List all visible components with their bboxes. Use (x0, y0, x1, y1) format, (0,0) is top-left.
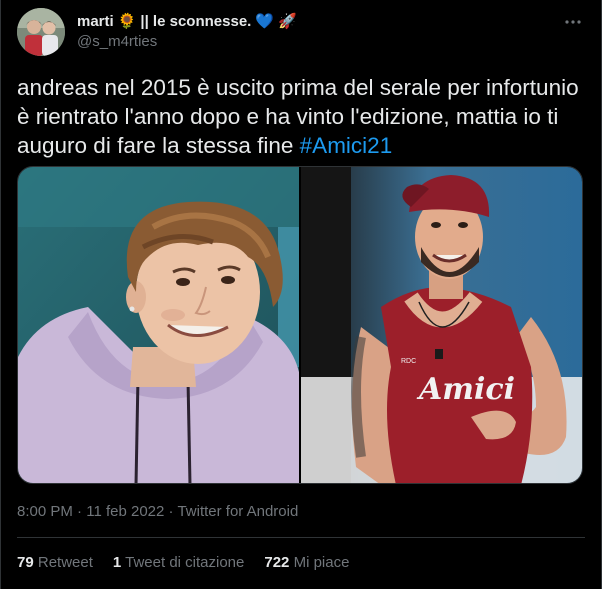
retweets-stat[interactable]: 79 Retweet (17, 553, 93, 573)
retweets-count: 79 (17, 554, 34, 571)
display-name-text: marti (77, 13, 114, 30)
tweet-timestamp: 8:00 PM · 11 feb 2022 · Twitter for Andr… (17, 502, 298, 522)
hashtag-link[interactable]: #Amici21 (300, 133, 393, 158)
likes-count: 722 (264, 554, 290, 571)
more-options-button[interactable] (561, 10, 585, 34)
photo-young-man-hoodie (18, 167, 299, 483)
quotes-stat[interactable]: 1 Tweet di citazione (113, 553, 244, 573)
tweet-source-link[interactable]: Twitter for Android (177, 503, 298, 520)
shirt-logo-text: Amici (416, 372, 515, 407)
user-handle[interactable]: @s_m4rties (77, 32, 297, 52)
user-names: marti 🌻 || le sconnesse. 💙 🚀 @s_m4rties (77, 12, 297, 52)
shirt-small-text: RDC (401, 358, 416, 365)
media-photo-left[interactable] (18, 167, 299, 483)
likes-label: Mi piace (293, 554, 350, 571)
tweet-body: andreas nel 2015 è uscito prima del sera… (17, 75, 579, 158)
divider (17, 537, 585, 538)
retweets-label: Retweet (37, 554, 93, 571)
blue-heart-emoji-icon: 💙 (255, 13, 275, 30)
quotes-count: 1 (112, 554, 122, 571)
tweet-date-link[interactable]: 11 feb 2022 (86, 503, 164, 520)
sunflower-emoji-icon: 🌻 (117, 13, 137, 30)
display-name[interactable]: marti 🌻 || le sconnesse. 💙 🚀 (77, 12, 297, 32)
tweet-time-link[interactable]: 8:00 PM (17, 503, 73, 520)
tweet-media: Amici RDC (17, 166, 583, 484)
media-photo-right[interactable]: Amici RDC (301, 167, 582, 483)
tweet-header: marti 🌻 || le sconnesse. 💙 🚀 @s_m4rties (17, 8, 585, 56)
rocket-emoji-icon: 🚀 (278, 13, 297, 30)
avatar[interactable] (17, 8, 65, 56)
likes-stat[interactable]: 722 Mi piace (264, 553, 349, 573)
tweet-container: marti 🌻 || le sconnesse. 💙 🚀 @s_m4rties … (0, 0, 602, 589)
tweet-text: andreas nel 2015 è uscito prima del sera… (17, 73, 587, 160)
tweet-stats: 79 Retweet 1 Tweet di citazione 722 Mi p… (17, 553, 369, 573)
more-dots-icon (565, 20, 581, 24)
meta-separator-2: · (168, 503, 174, 520)
quotes-label: Tweet di citazione (125, 554, 245, 571)
meta-separator-1: · (77, 503, 83, 520)
avatar-image (17, 8, 65, 56)
photo-man-red-tank-top: Amici RDC (301, 167, 582, 483)
display-name-suffix: || le sconnesse. (140, 13, 252, 30)
